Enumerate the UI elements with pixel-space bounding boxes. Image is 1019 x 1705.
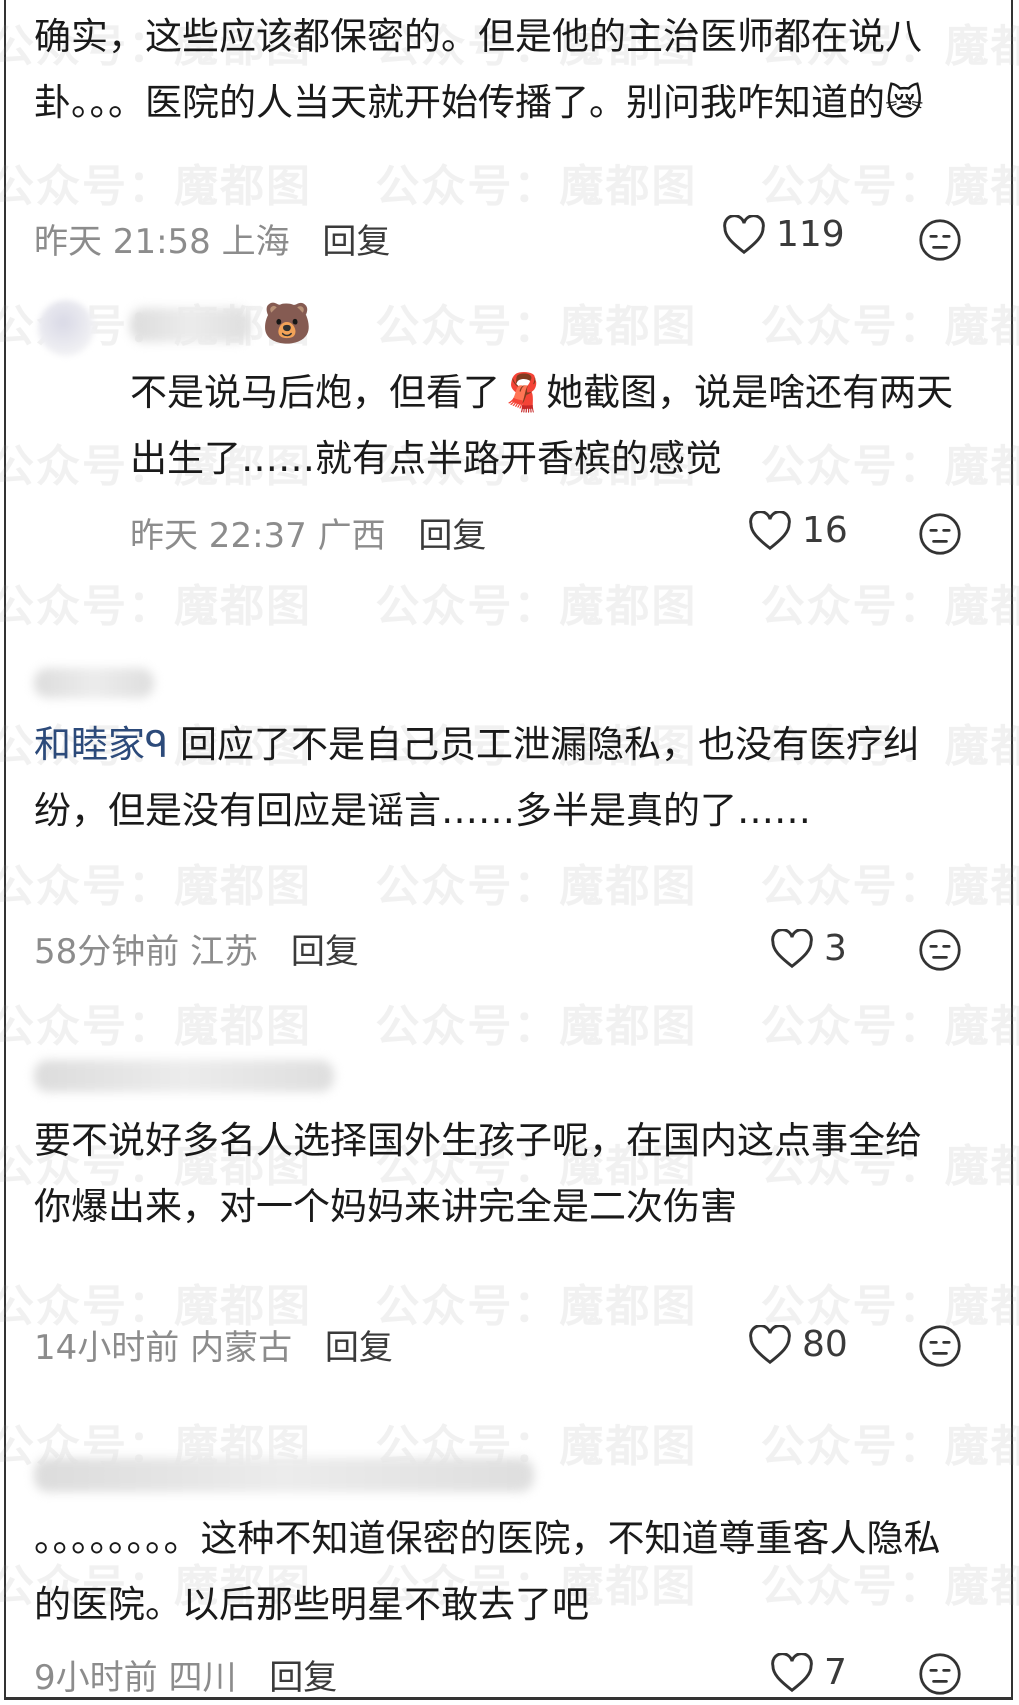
comment-meta: 14小时前 内蒙古 回复	[34, 1320, 393, 1369]
comment-time: 58分钟前	[34, 932, 180, 972]
like-count: 119	[776, 214, 845, 255]
comment-location: 广西	[317, 516, 386, 556]
heart-icon	[749, 510, 791, 550]
comment-item: 。。。。。。。。这种不知道保密的医院，不知道尊重客人隐私的医院。以后那些明星不敢…	[34, 1506, 974, 1638]
heart-icon	[723, 214, 765, 254]
comment-text[interactable]: 要不说好多名人选择国外生孩子呢，在国内这点事全给你爆出来，对一个妈妈来讲完全是二…	[34, 1108, 934, 1240]
comment-meta: 昨天 21:58 上海 回复	[34, 214, 390, 263]
heart-icon	[771, 1652, 813, 1692]
reply-button[interactable]: 回复	[325, 1328, 393, 1368]
reply-button[interactable]: 回复	[291, 932, 359, 972]
like-button[interactable]: 16	[748, 510, 848, 551]
comment-location: 上海	[221, 222, 290, 262]
comment-time: 昨天 22:37	[130, 516, 307, 556]
username-blurred[interactable]	[130, 308, 250, 342]
avatar[interactable]	[38, 300, 94, 356]
mention-link[interactable]: 和睦家ᑫ	[34, 723, 168, 766]
comment-location: 江苏	[190, 932, 259, 972]
comment-item: 和睦家ᑫ 回应了不是自己员工泄漏隐私，也没有医疗纠纷，但是没有回应是谣言……多半…	[34, 712, 974, 844]
comment-text[interactable]: 。。。。。。。。这种不知道保密的医院，不知道尊重客人隐私的医院。以后那些明星不敢…	[34, 1506, 954, 1638]
comment-time: 昨天 21:58	[34, 222, 211, 262]
heart-icon	[771, 928, 813, 968]
reply-button[interactable]: 回复	[322, 222, 390, 262]
comment-time: 9小时前	[34, 1658, 158, 1698]
reply-button[interactable]: 回复	[269, 1658, 337, 1698]
dislike-face-icon[interactable]	[918, 512, 962, 556]
comment-item: 不是说马后炮，但看了🧣她截图，说是啥还有两天出生了……就有点半路开香槟的感觉	[130, 360, 980, 492]
comment-location: 内蒙古	[190, 1328, 293, 1368]
dislike-face-icon[interactable]	[918, 218, 962, 262]
comment-text[interactable]: 和睦家ᑫ 回应了不是自己员工泄漏隐私，也没有医疗纠纷，但是没有回应是谣言……多半…	[34, 712, 934, 844]
comment-item: 要不说好多名人选择国外生孩子呢，在国内这点事全给你爆出来，对一个妈妈来讲完全是二…	[34, 1108, 974, 1240]
like-button[interactable]: 80	[748, 1324, 848, 1365]
like-count: 80	[802, 1324, 848, 1365]
user-badge-emoji: 🐻	[262, 301, 312, 347]
reply-button[interactable]: 回复	[418, 516, 486, 556]
like-count: 7	[824, 1652, 847, 1693]
comment-meta: 9小时前 四川 回复	[34, 1650, 337, 1699]
username-blurred[interactable]	[34, 1060, 334, 1092]
dislike-face-icon[interactable]	[918, 928, 962, 972]
username-blurred[interactable]	[34, 668, 154, 698]
like-count: 16	[802, 510, 848, 551]
comment-text[interactable]: 不是说马后炮，但看了🧣她截图，说是啥还有两天出生了……就有点半路开香槟的感觉	[130, 360, 970, 492]
username-blurred[interactable]	[34, 1458, 534, 1492]
comment-time: 14小时前	[34, 1328, 180, 1368]
like-count: 3	[824, 928, 847, 969]
comment-meta: 58分钟前 江苏 回复	[34, 924, 359, 973]
comment-location: 四川	[168, 1658, 237, 1698]
comment-item: 确实，这些应该都保密的。但是他的主治医师都在说八卦。。。医院的人当天就开始传播了…	[34, 4, 974, 136]
comment-text[interactable]: 确实，这些应该都保密的。但是他的主治医师都在说八卦。。。医院的人当天就开始传播了…	[34, 4, 934, 136]
dislike-face-icon[interactable]	[918, 1652, 962, 1696]
heart-icon	[749, 1324, 791, 1364]
dislike-face-icon[interactable]	[918, 1324, 962, 1368]
like-button[interactable]: 7	[770, 1652, 847, 1693]
like-button[interactable]: 119	[722, 214, 845, 255]
comment-meta: 昨天 22:37 广西 回复	[130, 508, 486, 557]
like-button[interactable]: 3	[770, 928, 847, 969]
